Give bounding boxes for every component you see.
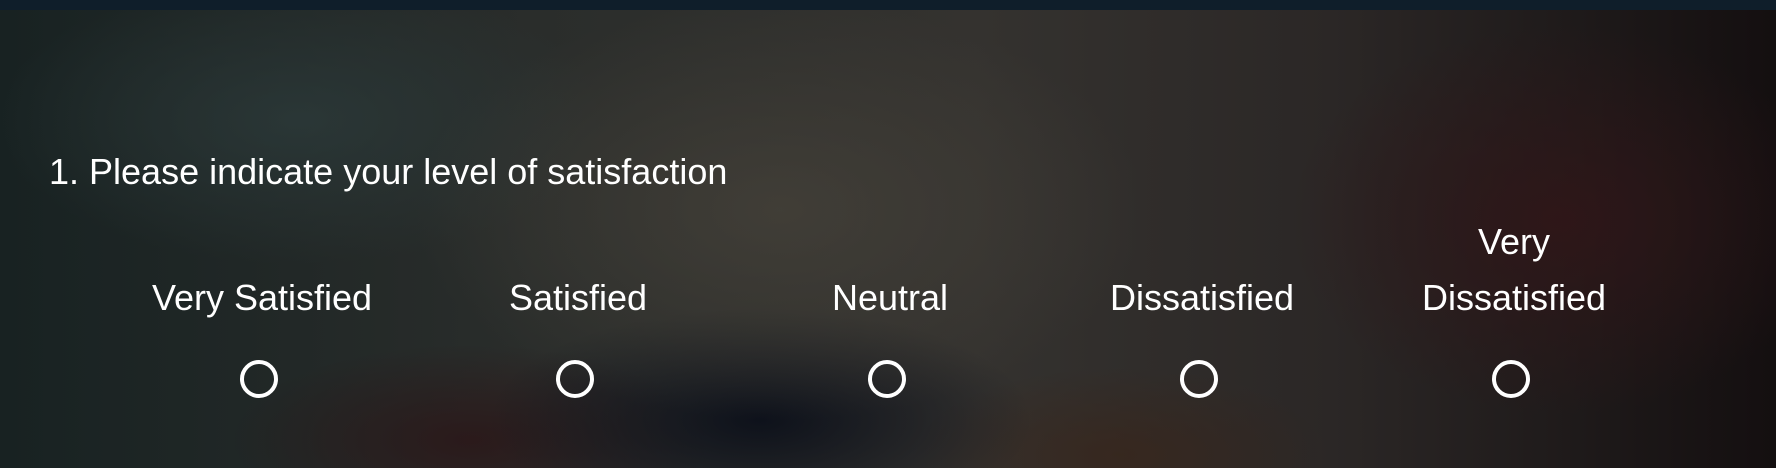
option-dissatisfied[interactable]: Dissatisfied (1072, 198, 1332, 398)
option-neutral[interactable]: Neutral (760, 198, 1020, 398)
rating-options: Very Satisfied Satisfied Neutral Dissati… (0, 0, 1776, 468)
option-very-satisfied[interactable]: Very Satisfied (132, 198, 392, 398)
option-label: Dissatisfied (1109, 277, 1295, 318)
radio-button[interactable] (868, 360, 906, 398)
option-very-dissatisfied[interactable]: Very Dissatisfied (1384, 198, 1644, 398)
radio-button[interactable] (556, 360, 594, 398)
option-label: Very Satisfied (151, 277, 373, 318)
radio-button[interactable] (1492, 360, 1530, 398)
option-label: Satisfied (508, 277, 648, 318)
radio-button[interactable] (240, 360, 278, 398)
survey-screen: 1. Please indicate your level of satisfa… (0, 0, 1776, 468)
option-label: Very Dissatisfied (1421, 221, 1607, 318)
option-satisfied[interactable]: Satisfied (448, 198, 708, 398)
radio-button[interactable] (1180, 360, 1218, 398)
option-label: Neutral (831, 277, 949, 318)
